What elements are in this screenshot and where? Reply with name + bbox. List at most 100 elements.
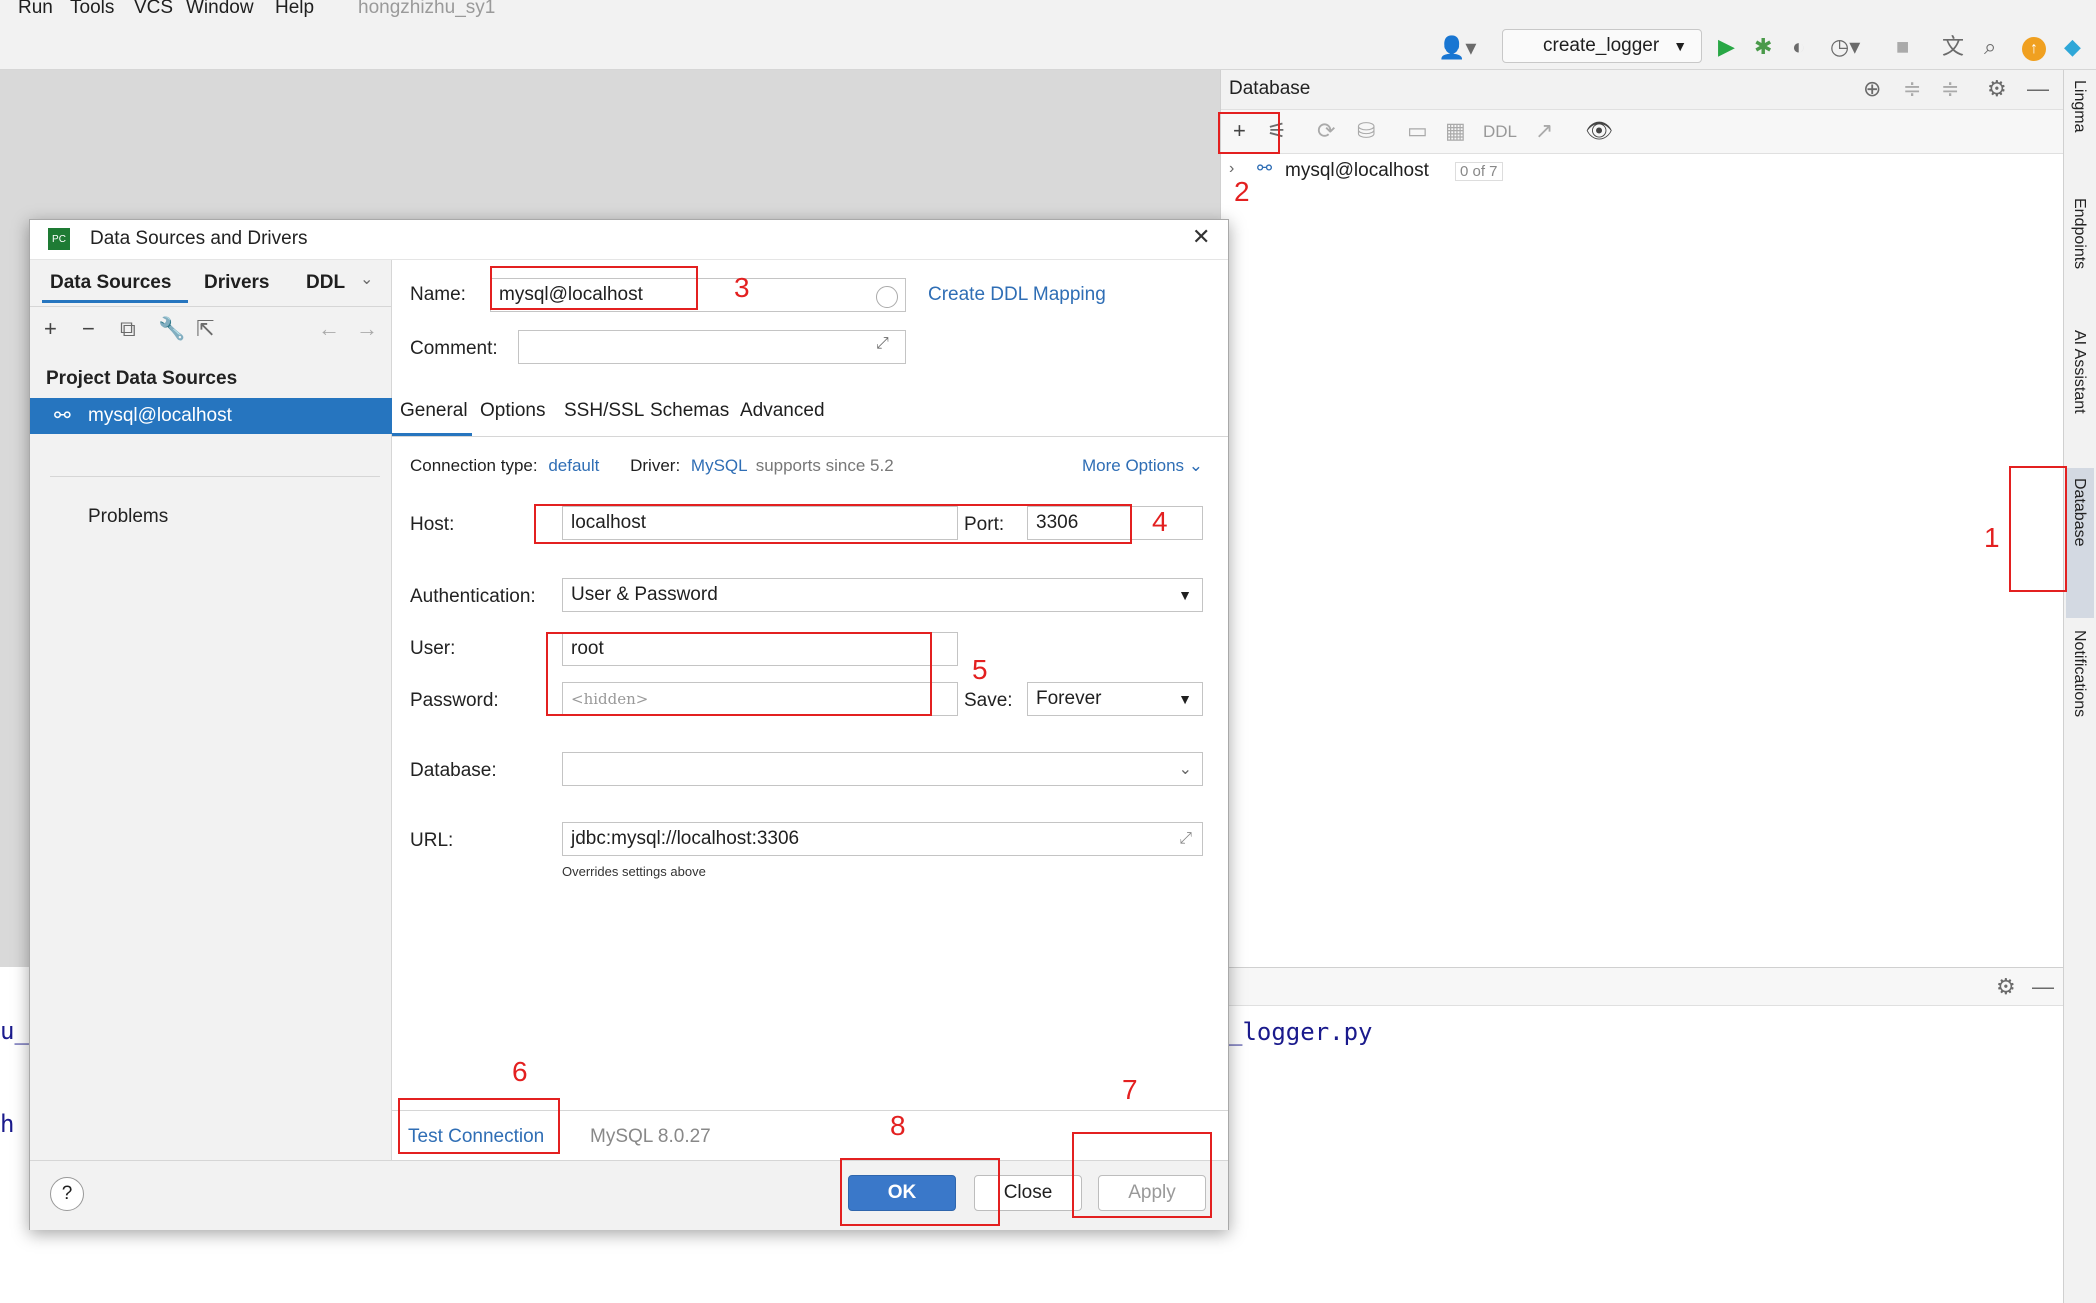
- gear-icon[interactable]: ⚙: [1996, 976, 2016, 998]
- ai-icon[interactable]: ◆: [2064, 36, 2081, 58]
- jump-icon[interactable]: ↗: [1535, 120, 1553, 142]
- expand-icon[interactable]: ⤢: [876, 336, 889, 352]
- database-select[interactable]: ⌄: [562, 752, 1203, 786]
- code-fragment: h: [0, 1110, 15, 1138]
- expand-icon[interactable]: ⤢: [1179, 830, 1192, 848]
- more-options-link[interactable]: More Options ⌄: [1082, 456, 1203, 476]
- search-icon[interactable]: ⌕: [1984, 36, 1996, 58]
- tab-options[interactable]: Options: [480, 400, 545, 422]
- expand-all-icon[interactable]: ≑: [1903, 78, 1921, 100]
- run-icon[interactable]: ▶: [1718, 36, 1735, 58]
- run-output-right: ⚙ — _logger.py: [1220, 967, 2063, 1303]
- annotation-number: 5: [972, 654, 988, 685]
- url-note: Overrides settings above: [562, 864, 706, 879]
- run-config-selector[interactable]: create_logger ▼: [1502, 29, 1702, 63]
- dialog-title-bar: PC Data Sources and Drivers ✕: [30, 220, 1228, 260]
- driver-link[interactable]: MySQL: [691, 456, 747, 475]
- tab-advanced[interactable]: Advanced: [740, 400, 825, 422]
- minimize-icon[interactable]: —: [2027, 78, 2049, 100]
- tool-notifications[interactable]: Notifications: [2070, 630, 2088, 717]
- right-tool-strip: Lingma Endpoints AI Assistant Database N…: [2063, 70, 2096, 1303]
- divider: [30, 306, 392, 307]
- annotation-box: [398, 1098, 560, 1154]
- more-options-label: More Options: [1082, 456, 1185, 475]
- database-panel-title: Database: [1229, 78, 1311, 99]
- url-field[interactable]: jdbc:mysql://localhost:3306 ⤢: [562, 822, 1203, 856]
- annotation-number: 4: [1152, 506, 1168, 537]
- problems-item[interactable]: Problems: [88, 506, 168, 528]
- user-label: User:: [410, 638, 456, 659]
- menu-run[interactable]: Run: [18, 0, 53, 19]
- annotation-box: [1072, 1132, 1212, 1218]
- menu-help[interactable]: Help: [275, 0, 314, 19]
- chevron-down-icon: ⌄: [1188, 456, 1204, 475]
- chevron-down-icon: ▼: [1673, 38, 1688, 54]
- menu-window[interactable]: Window: [186, 0, 254, 19]
- conn-type-link[interactable]: default: [548, 456, 599, 475]
- translate-icon[interactable]: 文: [1942, 36, 1964, 58]
- forward-icon[interactable]: →: [356, 318, 378, 340]
- tool-database[interactable]: Database: [2070, 478, 2088, 547]
- pycharm-logo-icon: PC: [48, 228, 70, 250]
- password-label: Password:: [410, 690, 499, 711]
- remove-icon[interactable]: −: [82, 318, 95, 340]
- auth-value: User & Password: [571, 584, 718, 605]
- user-icon[interactable]: 👤▾: [1438, 37, 1476, 59]
- chevron-down-icon: ⌄: [1178, 761, 1192, 778]
- auth-select[interactable]: User & Password ▼: [562, 578, 1203, 612]
- code-fragment: _logger.py: [1228, 1018, 1373, 1046]
- console-icon[interactable]: ▭: [1407, 120, 1428, 142]
- database-panel-header: Database ⊕ ≑ ≑ ⚙ —: [1221, 70, 2064, 110]
- table-icon[interactable]: ▦: [1445, 120, 1466, 142]
- tab-data-sources[interactable]: Data Sources: [50, 272, 171, 294]
- back-icon[interactable]: ←: [318, 318, 340, 340]
- annotation-number: 6: [512, 1056, 528, 1087]
- collapse-all-icon[interactable]: ≑: [1941, 78, 1959, 100]
- driver-label: Driver:: [630, 456, 681, 475]
- chevron-down-icon[interactable]: ⌄: [360, 272, 373, 288]
- save-select[interactable]: Forever ▼: [1027, 682, 1203, 716]
- profile-icon[interactable]: ◷▾: [1830, 36, 1860, 58]
- menu-tools[interactable]: Tools: [70, 0, 114, 19]
- update-icon[interactable]: ↑: [2022, 37, 2046, 61]
- add-icon[interactable]: +: [44, 318, 57, 340]
- selected-datasource-row[interactable]: ⚯ mysql@localhost: [30, 398, 392, 434]
- tab-general[interactable]: General: [400, 400, 468, 422]
- annotation-number: 3: [734, 272, 750, 303]
- stop-icon[interactable]: ■: [1896, 36, 1909, 58]
- name-label: Name:: [410, 284, 466, 305]
- annotation-number: 1: [1984, 522, 2000, 553]
- export-icon[interactable]: ⇱: [196, 318, 214, 340]
- minimize-icon[interactable]: —: [2032, 976, 2054, 998]
- annotation-box: [534, 504, 1132, 544]
- database-icon[interactable]: ⛁: [1357, 120, 1375, 142]
- tab-schemas[interactable]: Schemas: [650, 400, 729, 422]
- annotation-box: [490, 266, 698, 310]
- tab-drivers[interactable]: Drivers: [204, 272, 270, 294]
- tool-lingma[interactable]: Lingma: [2070, 80, 2088, 132]
- tab-ddl[interactable]: DDL: [306, 272, 345, 294]
- data-sources-dialog: PC Data Sources and Drivers ✕ Data Sourc…: [29, 219, 1229, 1230]
- duplicate-icon[interactable]: ⧉: [120, 318, 136, 340]
- create-ddl-mapping-link[interactable]: Create DDL Mapping: [928, 284, 1106, 306]
- chevron-down-icon: ▼: [1178, 691, 1192, 707]
- comment-field[interactable]: [518, 330, 906, 364]
- color-picker-icon[interactable]: [876, 286, 898, 308]
- gear-icon[interactable]: ⚙: [1987, 78, 2007, 100]
- tool-endpoints[interactable]: Endpoints: [2070, 198, 2088, 269]
- refresh-icon[interactable]: ⟳: [1317, 120, 1335, 142]
- debug-icon[interactable]: ✱: [1754, 36, 1772, 58]
- tab-ssh-ssl[interactable]: SSH/SSL: [564, 400, 644, 422]
- coverage-icon[interactable]: ◐: [1792, 36, 1805, 58]
- help-button[interactable]: ?: [50, 1177, 84, 1211]
- save-label: Save:: [964, 690, 1013, 711]
- menu-vcs[interactable]: VCS: [134, 0, 173, 19]
- driver-note: supports since 5.2: [755, 456, 894, 475]
- wrench-icon[interactable]: 🔧: [158, 318, 185, 340]
- close-icon[interactable]: ✕: [1192, 226, 1210, 248]
- tool-ai-assistant[interactable]: AI Assistant: [2070, 330, 2088, 414]
- tree-item-datasource[interactable]: › ⚯ mysql@localhost 0 of 7: [1229, 156, 1529, 190]
- ddl-button[interactable]: DDL: [1483, 122, 1517, 142]
- eye-icon[interactable]: 👁: [1585, 120, 1613, 142]
- target-icon[interactable]: ⊕: [1863, 78, 1881, 100]
